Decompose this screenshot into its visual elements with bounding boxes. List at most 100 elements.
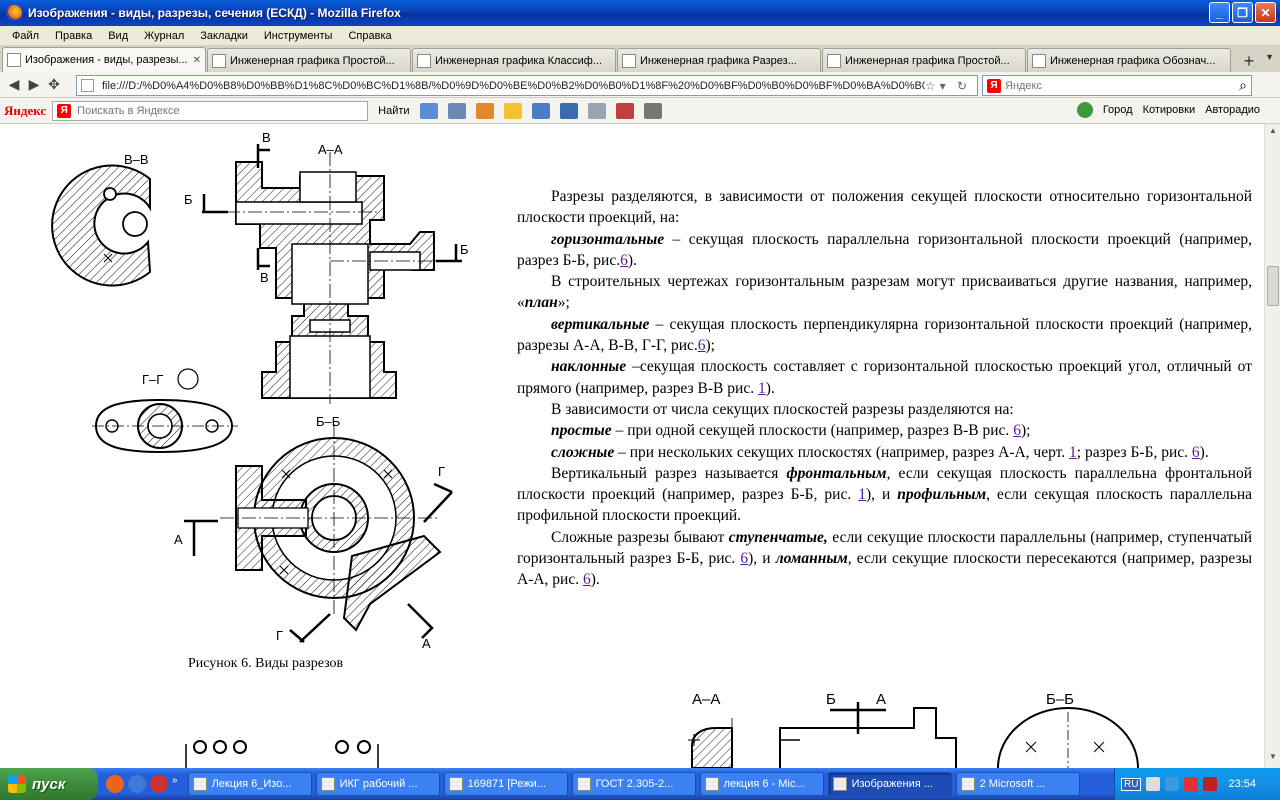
find-button[interactable]: Найти xyxy=(378,105,409,117)
figure-link[interactable]: 6 xyxy=(1013,422,1021,439)
quick-launch: » xyxy=(106,775,178,793)
tab-active[interactable]: Изображения - виды, разрезы... ✕ xyxy=(2,47,206,72)
figure-link[interactable]: 1 xyxy=(758,380,766,397)
apps-icon[interactable] xyxy=(615,102,634,119)
window-title: Изображения - виды, разрезы, сечения (ЕС… xyxy=(28,6,401,20)
scroll-thumb[interactable] xyxy=(1267,266,1279,306)
term: вертикальные xyxy=(551,315,650,333)
menu-tools[interactable]: Инструменты xyxy=(256,30,341,42)
autoradio-widget[interactable]: Авторадио xyxy=(1205,104,1260,116)
tab[interactable]: Инженерная графика Обознач... xyxy=(1027,48,1231,72)
url-bar[interactable]: file:///D:/%D0%A4%D0%B8%D0%BB%D1%8C%D0%B… xyxy=(76,75,978,96)
label-bb-lower: Б–Б xyxy=(1046,691,1074,708)
taskbar-item[interactable]: ГОСТ 2.305-2... xyxy=(571,772,696,796)
bore xyxy=(299,171,357,203)
taskbar-item-active[interactable]: Изображения ... xyxy=(827,772,952,796)
term: фронтальным xyxy=(786,464,887,482)
city-widget[interactable]: Город xyxy=(1103,104,1133,116)
quotes-widget[interactable]: Котировки xyxy=(1143,104,1196,116)
figure-link[interactable]: 6 xyxy=(740,550,748,567)
tab-label: Инженерная графика Простой... xyxy=(845,54,1010,67)
label-aa-lower: А–А xyxy=(692,691,720,708)
tab[interactable]: Инженерная графика Разрез... xyxy=(617,48,821,72)
lower-drawings: А–А Б А Б–Б xyxy=(688,691,1139,768)
spellcheck-icon[interactable] xyxy=(531,102,550,119)
cut-mark-v xyxy=(256,248,270,270)
back-icon[interactable]: ◀ xyxy=(4,75,24,95)
opera-icon[interactable] xyxy=(150,775,168,793)
figure-link[interactable]: 6 xyxy=(620,252,628,269)
term: горизонтальные xyxy=(551,230,665,248)
new-tab-button[interactable]: + xyxy=(1236,50,1262,72)
vertical-scrollbar[interactable]: ▲ ▼ xyxy=(1264,124,1280,768)
search-bar[interactable]: Я ⌕ xyxy=(982,75,1252,96)
menu-bookmarks[interactable]: Закладки xyxy=(192,30,256,42)
taskbar-item[interactable]: лекция 6 - Mic... xyxy=(699,772,824,796)
maximize-button[interactable]: ❐ xyxy=(1232,2,1253,23)
security-icon[interactable] xyxy=(1203,777,1218,791)
figure-link[interactable]: 6 xyxy=(1192,444,1200,461)
page-translate-icon[interactable] xyxy=(559,102,578,119)
taskbar-item[interactable]: ИКГ рабочий ... xyxy=(315,772,440,796)
figure-link[interactable]: 6 xyxy=(698,337,706,354)
close-button[interactable]: ✕ xyxy=(1255,2,1276,23)
label-g-top: Г xyxy=(438,464,445,479)
chat-icon[interactable] xyxy=(587,102,606,119)
label-v-bottom: В xyxy=(260,270,269,285)
language-indicator[interactable]: RU xyxy=(1121,777,1142,791)
term: профильным xyxy=(897,486,987,504)
url-text[interactable]: file:///D:/%D0%A4%D0%B8%D0%BB%D1%8C%D0%B… xyxy=(102,80,925,92)
scroll-down-icon[interactable]: ▼ xyxy=(1267,752,1279,766)
taskbar: пуск » Лекция 6_Изо... ИКГ рабочий ... 1… xyxy=(0,768,1280,800)
start-button[interactable]: пуск xyxy=(0,768,98,800)
paragraph: сложные – при нескольких секущих плоскос… xyxy=(551,443,1209,461)
tab[interactable]: Инженерная графика Простой... xyxy=(822,48,1026,72)
star-icon[interactable] xyxy=(503,102,522,119)
tab[interactable]: Инженерная графика Классиф... xyxy=(412,48,616,72)
figure-link[interactable]: 1 xyxy=(858,486,866,503)
figure-link[interactable]: 1 xyxy=(1069,444,1077,461)
menu-file[interactable]: Файл xyxy=(4,30,47,42)
windows-logo-icon xyxy=(8,775,26,793)
term: простые xyxy=(551,422,612,440)
bookmarks-icon[interactable] xyxy=(475,102,494,119)
cut-mark-b xyxy=(202,194,228,214)
firefox-icon[interactable] xyxy=(106,775,124,793)
network-icon[interactable] xyxy=(128,775,146,793)
history-icon[interactable]: ✥ xyxy=(44,75,64,95)
paragraph: горизонтальные – секущая плоскость парал… xyxy=(517,230,1252,269)
tab[interactable]: Инженерная графика Простой... xyxy=(207,48,411,72)
minimize-button[interactable]: _ xyxy=(1209,2,1230,23)
tab-close-icon[interactable]: ✕ xyxy=(193,55,201,66)
list-all-tabs-icon[interactable]: ▼ xyxy=(1265,52,1274,62)
translate-icon[interactable] xyxy=(419,102,438,119)
document-icon xyxy=(320,777,335,791)
forward-icon[interactable]: ▶ xyxy=(24,75,44,95)
taskbar-item[interactable]: 169871 [Режи... xyxy=(443,772,568,796)
system-tray: RU 23:54 xyxy=(1114,768,1280,800)
more-icon[interactable]: » xyxy=(172,775,178,793)
weather-icon[interactable] xyxy=(1076,102,1093,118)
menu-history[interactable]: Журнал xyxy=(136,30,192,42)
url-bar-icons[interactable]: ☆▾ ↻ xyxy=(925,79,977,93)
yandex-brand[interactable]: Яндекс xyxy=(4,103,46,119)
term: план xyxy=(524,294,558,312)
cross-mark xyxy=(1025,741,1105,753)
help-icon[interactable] xyxy=(1146,777,1161,791)
menu-view[interactable]: Вид xyxy=(100,30,136,42)
network-tray-icon[interactable] xyxy=(1165,777,1180,791)
term: ступенчатые, xyxy=(728,528,828,546)
antivirus-icon[interactable] xyxy=(1184,777,1199,791)
search-input[interactable] xyxy=(1005,79,1240,92)
taskbar-item[interactable]: Лекция 6_Изо... xyxy=(187,772,312,796)
yandex-search-input[interactable] xyxy=(77,104,368,117)
scroll-up-icon[interactable]: ▲ xyxy=(1267,126,1279,140)
figure-link[interactable]: 6 xyxy=(583,571,591,588)
gear-icon[interactable] xyxy=(643,102,662,119)
menu-help[interactable]: Справка xyxy=(340,30,399,42)
yandex-search-box[interactable]: Я xyxy=(52,100,369,121)
search-icon[interactable]: ⌕ xyxy=(1239,77,1251,94)
taskbar-item[interactable]: 2 Microsoft ... xyxy=(955,772,1080,796)
mail-icon[interactable] xyxy=(447,102,466,119)
menu-edit[interactable]: Правка xyxy=(47,30,100,42)
